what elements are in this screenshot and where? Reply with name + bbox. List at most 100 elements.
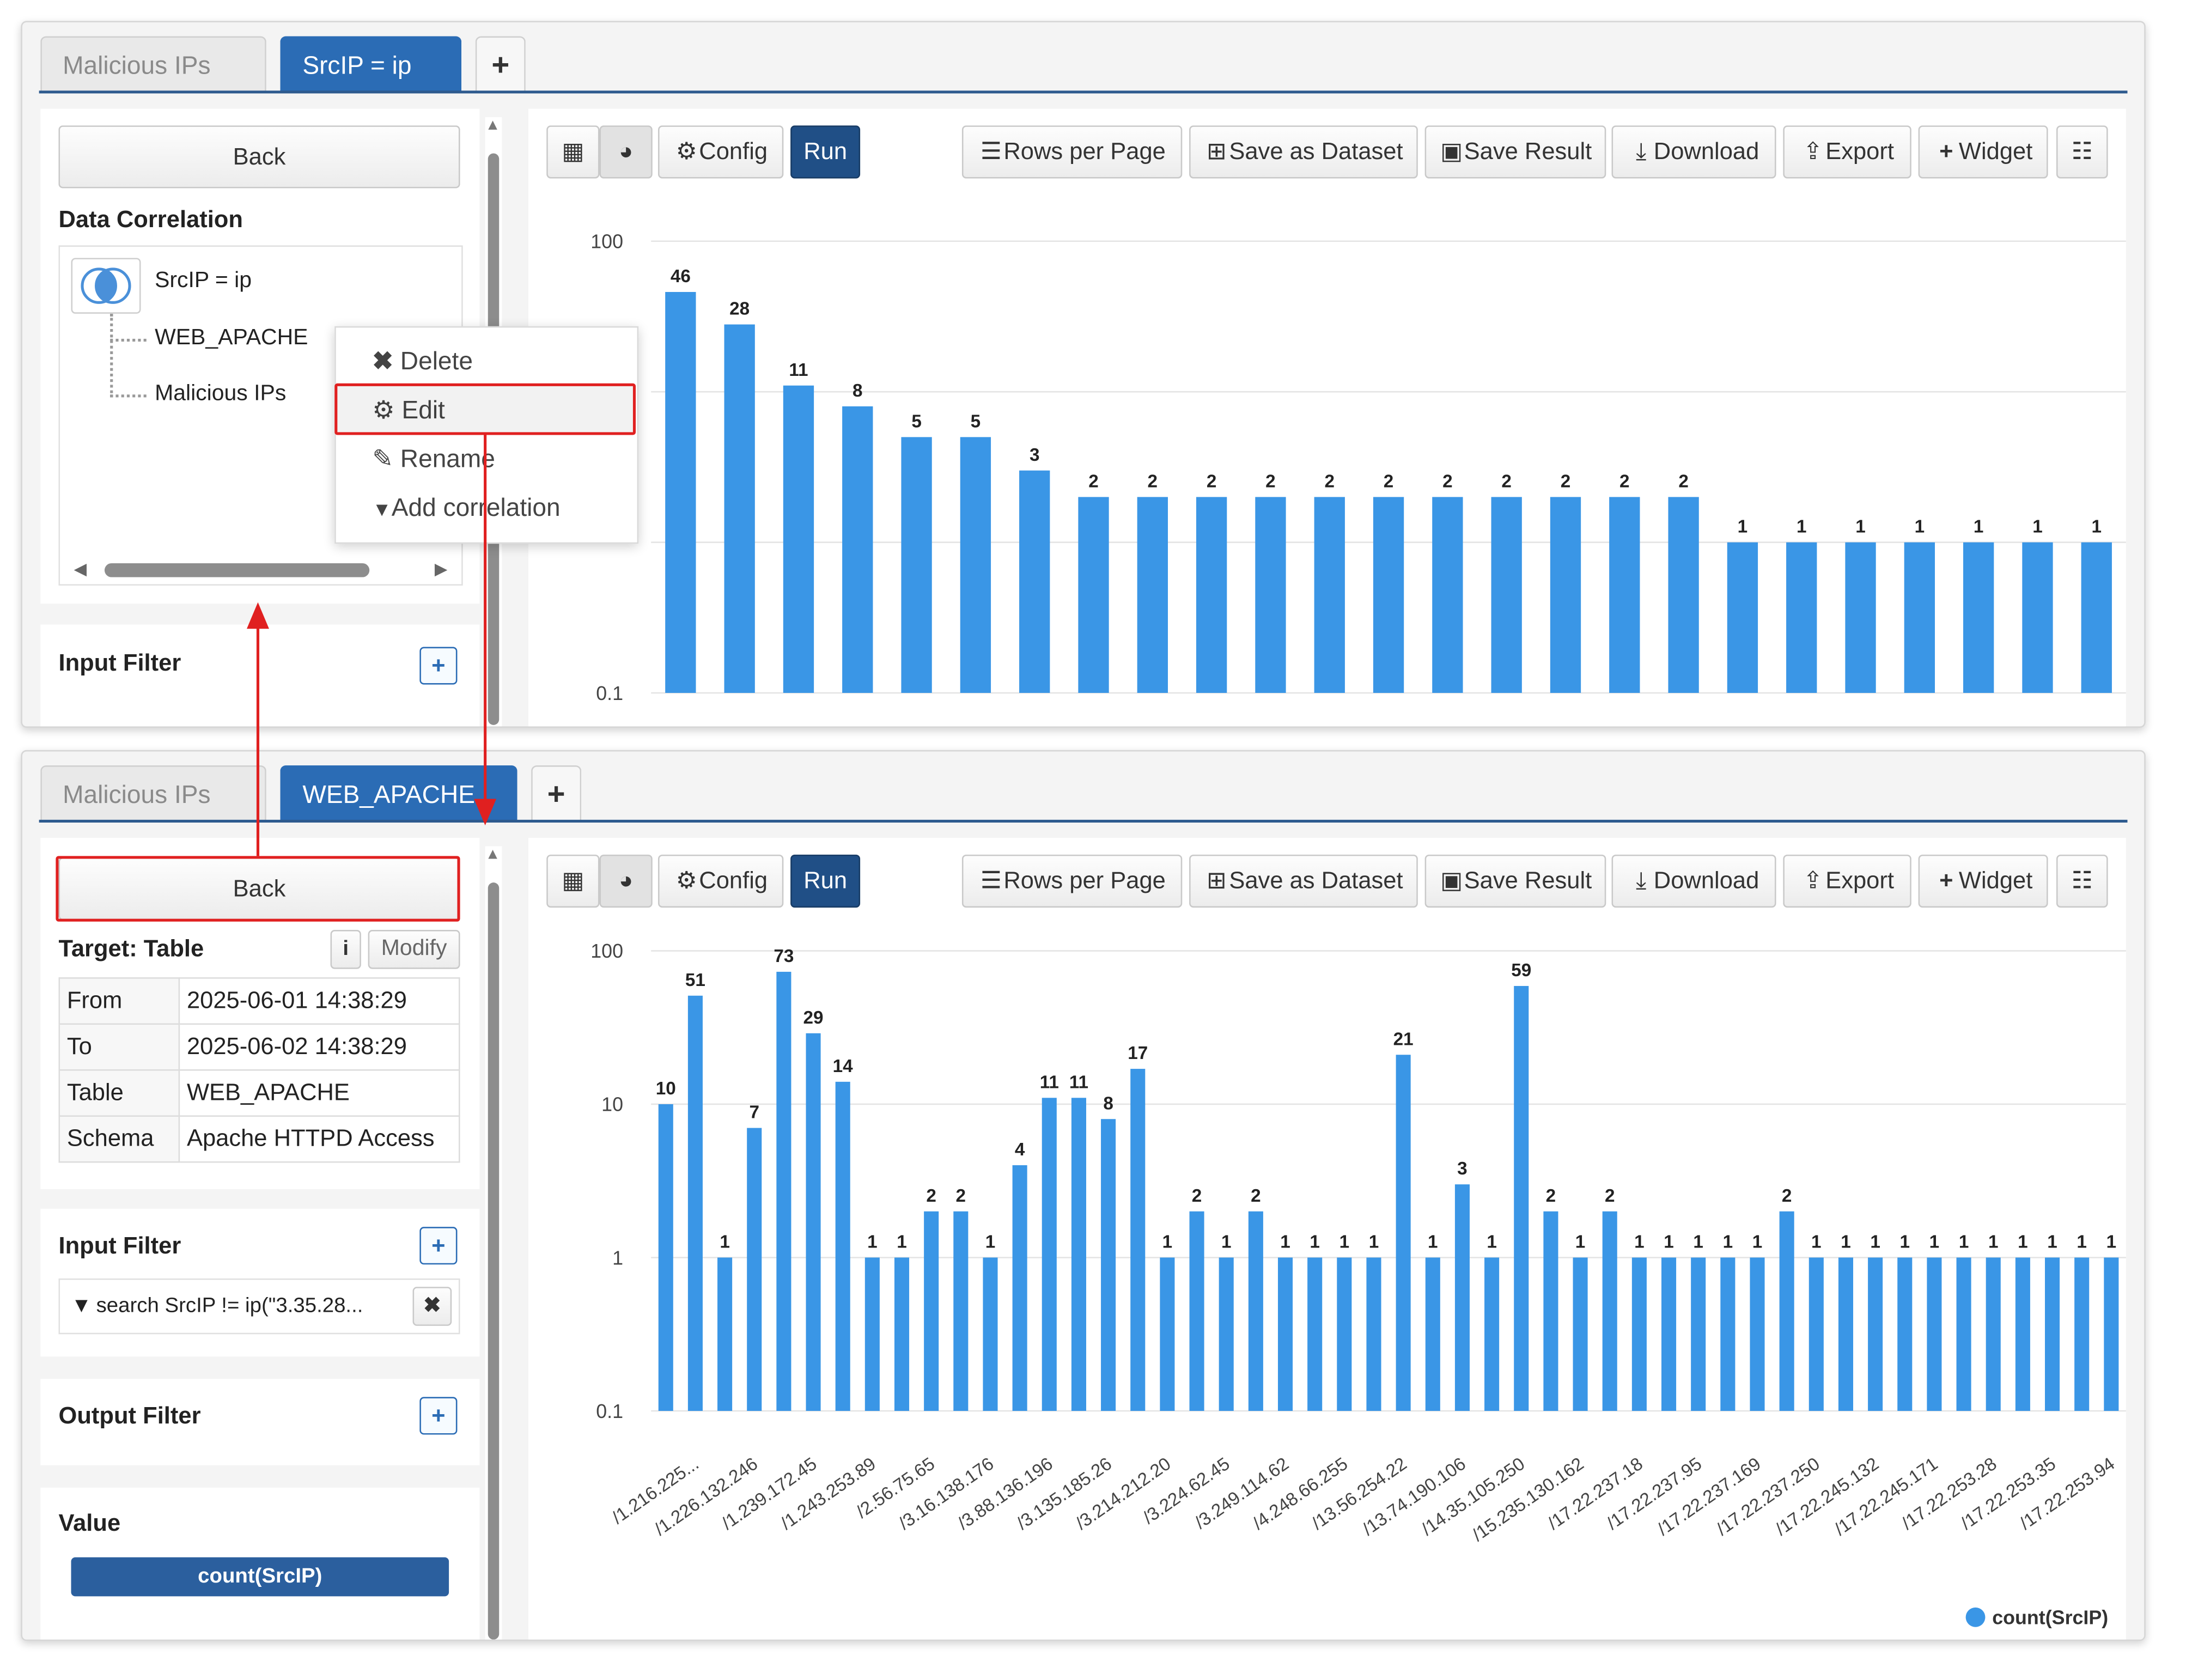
chart-bar[interactable] — [1573, 1257, 1588, 1411]
add-output-filter-button[interactable]: + — [419, 1397, 458, 1435]
context-menu-rename[interactable]: ✎ Rename — [372, 438, 495, 480]
chart-bar[interactable] — [1904, 542, 1935, 693]
chart-bar[interactable] — [1019, 470, 1050, 693]
remove-filter-button[interactable]: ✖ — [412, 1287, 452, 1326]
chart-bar[interactable] — [1668, 497, 1699, 693]
add-input-filter-button[interactable]: + — [419, 1227, 458, 1265]
chart-bar[interactable] — [864, 1257, 880, 1411]
chart-bar[interactable] — [1396, 1055, 1411, 1411]
chart-bar[interactable] — [1963, 542, 1994, 693]
chart-bar[interactable] — [1809, 1257, 1824, 1411]
modify-button[interactable]: Modify — [368, 930, 460, 969]
chart-bar[interactable] — [747, 1128, 762, 1411]
chart-bar[interactable] — [924, 1211, 939, 1411]
chart-bar[interactable] — [1550, 497, 1581, 693]
chart-bar[interactable] — [1514, 985, 1529, 1411]
chart-bar[interactable] — [1337, 1257, 1352, 1411]
legend-label[interactable]: count(SrcIP) — [1992, 1607, 2108, 1629]
chart-bar[interactable] — [1137, 497, 1168, 693]
chart-bar[interactable] — [1491, 497, 1522, 693]
chart-bar[interactable] — [2022, 542, 2053, 693]
filter-item[interactable]: ▼ search SrcIP != ip("3.35.28... ✖ — [58, 1278, 460, 1335]
chart-bar[interactable] — [1277, 1257, 1293, 1411]
chart-bar[interactable] — [1750, 1257, 1765, 1411]
correlation-child-malicious-ips[interactable]: Malicious IPs — [155, 382, 286, 407]
chart-bar[interactable] — [960, 437, 991, 693]
chart-bar[interactable] — [1484, 1257, 1500, 1411]
chart-bar[interactable] — [1986, 1257, 2001, 1411]
chart-bar[interactable] — [1255, 497, 1286, 693]
chart-bar[interactable] — [1012, 1165, 1027, 1411]
tab-srcip-ip[interactable]: SrcIP = ip — [280, 36, 462, 92]
sidebar-scrollbar[interactable]: ▲ — [485, 846, 502, 1640]
chart-bar[interactable] — [1314, 497, 1345, 693]
chart-bar[interactable] — [1189, 1211, 1204, 1411]
chart-bar[interactable] — [1956, 1257, 1971, 1411]
context-menu-delete[interactable]: ✖ Delete — [372, 340, 473, 382]
chart-bar[interactable] — [783, 385, 814, 693]
chart-bar[interactable] — [1609, 497, 1640, 693]
chart-bar[interactable] — [658, 1104, 673, 1411]
chart-bar[interactable] — [1248, 1211, 1263, 1411]
correlation-root[interactable]: SrcIP = ip — [155, 269, 252, 294]
scroll-right-icon[interactable]: ▶ — [435, 559, 448, 579]
context-menu-add-correlation[interactable]: ▼Add correlation — [372, 486, 560, 528]
chart-bar[interactable] — [1727, 542, 1758, 693]
chart-bar[interactable] — [1897, 1257, 1913, 1411]
chart-bar[interactable] — [1631, 1257, 1647, 1411]
chart-bar[interactable] — [1160, 1257, 1175, 1411]
chart-bar[interactable] — [953, 1211, 969, 1411]
chart-bar[interactable] — [1130, 1069, 1146, 1411]
back-button[interactable]: Back — [58, 125, 460, 188]
chart-bar[interactable] — [835, 1081, 850, 1411]
correlation-child-web-apache[interactable]: WEB_APACHE — [155, 326, 308, 351]
chart-bar[interactable] — [1691, 1257, 1706, 1411]
chart-bar[interactable] — [717, 1257, 733, 1411]
value-chip[interactable]: count(SrcIP) — [71, 1557, 449, 1597]
chart-bar[interactable] — [901, 437, 932, 693]
chart-bar[interactable] — [983, 1257, 998, 1411]
chart-bar[interactable] — [1661, 1257, 1677, 1411]
chart-bar[interactable] — [1432, 497, 1463, 693]
chart-bar[interactable] — [2081, 542, 2112, 693]
chart-bar[interactable] — [1078, 497, 1109, 693]
info-button[interactable]: i — [330, 930, 361, 969]
add-tab-button[interactable]: + — [475, 36, 526, 92]
chart-bar[interactable] — [1366, 1257, 1381, 1411]
tab-web-apache[interactable]: WEB_APACHE — [280, 765, 517, 821]
chart-bar[interactable] — [1845, 542, 1876, 693]
chart-bar[interactable] — [1868, 1257, 1883, 1411]
add-tab-button[interactable]: + — [531, 765, 582, 821]
chart-bar[interactable] — [1425, 1257, 1440, 1411]
scroll-left-icon[interactable]: ◀ — [74, 559, 87, 579]
chart-bar[interactable] — [1042, 1098, 1057, 1411]
chart-bar[interactable] — [1602, 1211, 1617, 1411]
chart-bar[interactable] — [2074, 1257, 2090, 1411]
chart-bar[interactable] — [1720, 1257, 1736, 1411]
chart-bar[interactable] — [1307, 1257, 1323, 1411]
chart-bar[interactable] — [1838, 1257, 1854, 1411]
chart-bar[interactable] — [1779, 1211, 1794, 1411]
scroll-up-icon[interactable]: ▲ — [485, 846, 501, 863]
tab-malicious-ips[interactable]: Malicious IPs — [40, 765, 266, 821]
chart-bar[interactable] — [1454, 1184, 1470, 1411]
chart-bar[interactable] — [842, 406, 873, 693]
chart-bar[interactable] — [2104, 1257, 2119, 1411]
chart-bar[interactable] — [1101, 1119, 1116, 1411]
horizontal-scrollbar[interactable]: ◀ ▶ — [68, 559, 453, 579]
chart-bar[interactable] — [1071, 1098, 1086, 1411]
chart-bar[interactable] — [1543, 1211, 1558, 1411]
chart-bar[interactable] — [1196, 497, 1227, 693]
scroll-up-icon[interactable]: ▲ — [485, 117, 501, 134]
chart-bar[interactable] — [2015, 1257, 2030, 1411]
chart-bar[interactable] — [1927, 1257, 1942, 1411]
chart-bar[interactable] — [894, 1257, 910, 1411]
chart-bar[interactable] — [1373, 497, 1404, 693]
chart-bar[interactable] — [724, 324, 755, 693]
add-input-filter-button[interactable]: + — [419, 647, 458, 685]
chart-bar[interactable] — [1219, 1257, 1234, 1411]
chart-bar[interactable] — [2045, 1257, 2060, 1411]
chart-bar[interactable] — [665, 291, 696, 693]
tab-malicious-ips[interactable]: Malicious IPs — [40, 36, 266, 92]
chart-bar[interactable] — [806, 1033, 821, 1411]
